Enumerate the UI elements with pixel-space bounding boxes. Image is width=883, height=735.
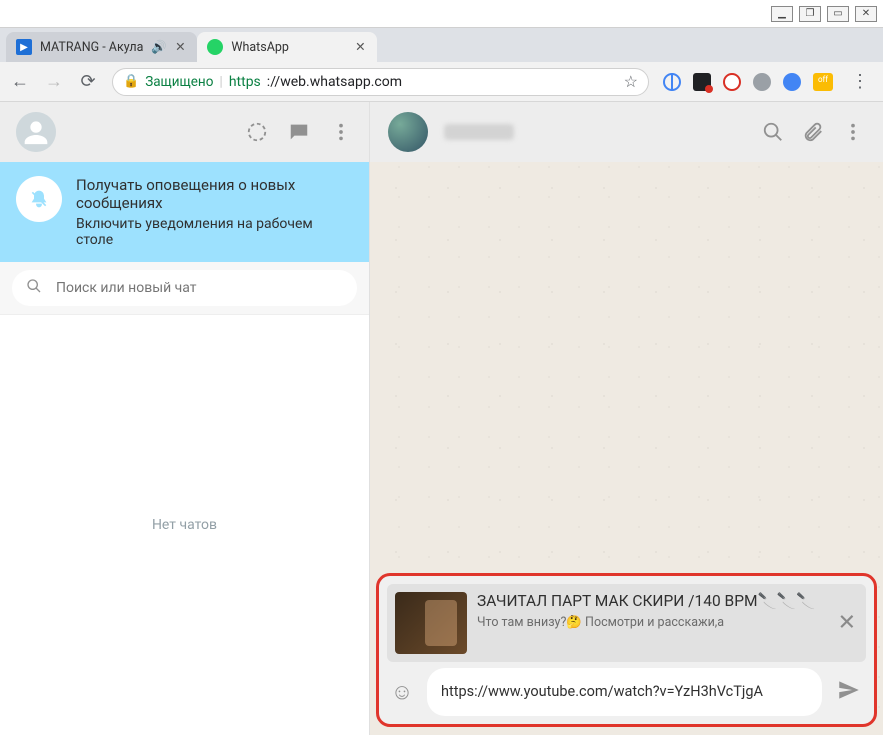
chat-search-icon[interactable] (761, 120, 785, 144)
tab-close-icon[interactable]: ✕ (353, 39, 367, 55)
chat-header (370, 102, 883, 162)
empty-chats-label: Нет чатов (152, 517, 217, 533)
url-rest: ://web.whatsapp.com (267, 74, 402, 90)
extension-blue-icon[interactable] (783, 73, 801, 91)
person-icon (16, 112, 56, 152)
search-container (0, 262, 369, 315)
contact-name[interactable] (444, 124, 745, 140)
contact-avatar[interactable] (388, 112, 428, 152)
extension-red-icon[interactable] (723, 73, 741, 91)
status-icon[interactable] (245, 120, 269, 144)
left-panel: Получать оповещения о новых сообщениях В… (0, 102, 370, 735)
chat-list-empty: Нет чатов (0, 315, 369, 735)
preview-thumbnail (395, 592, 467, 654)
notifications-title: Получать оповещения о новых сообщениях (76, 176, 353, 212)
tab-close-icon[interactable]: ✕ (173, 39, 187, 55)
attach-icon[interactable] (801, 120, 825, 144)
extension-block-icon[interactable] (693, 73, 711, 91)
back-button[interactable]: ← (10, 71, 30, 92)
emoji-button[interactable]: ☺ (387, 679, 417, 705)
window-maximize-button[interactable]: ▭ (827, 6, 849, 22)
message-input[interactable]: https://www.youtube.com/watch?v=YzH3hVcT… (427, 668, 822, 716)
lock-icon: 🔒 (123, 74, 139, 89)
preview-description: Что там внизу?🤔 Посмотри и расскажи,а (477, 615, 815, 630)
window-titlebar: ▁ ❐ ▭ ✕ (0, 0, 883, 28)
play-icon: ▶ (16, 39, 32, 55)
right-panel: ЗАЧИТАЛ ПАРТ МАК СКИРИ /140 BPM🔪🔪🔪 Что т… (370, 102, 883, 735)
link-preview-card: ЗАЧИТАЛ ПАРТ МАК СКИРИ /140 BPM🔪🔪🔪 Что т… (387, 584, 866, 662)
speaker-icon[interactable]: 🔊 (151, 40, 165, 55)
extension-globe-icon[interactable] (663, 73, 681, 91)
search-input[interactable] (56, 280, 343, 296)
browser-menu-button[interactable]: ⋮ (847, 71, 873, 92)
menu-icon[interactable] (329, 120, 353, 144)
window-restore-button[interactable]: ❐ (799, 6, 821, 22)
address-bar[interactable]: 🔒 Защищено | https ://web.whatsapp.com ☆ (112, 68, 649, 96)
window-close-button[interactable]: ✕ (855, 6, 877, 22)
extensions-area: off (663, 73, 833, 91)
tab-label: MATRANG - Акула (40, 40, 143, 55)
send-button[interactable] (832, 677, 866, 707)
composer-highlight: ЗАЧИТАЛ ПАРТ МАК СКИРИ /140 BPM🔪🔪🔪 Что т… (376, 573, 877, 727)
reload-button[interactable]: ⟳ (78, 71, 98, 92)
separator: | (219, 74, 222, 90)
bell-off-icon (16, 176, 62, 222)
browser-tabstrip: ▶ MATRANG - Акула 🔊 ✕ WhatsApp ✕ (0, 28, 883, 62)
preview-texts: ЗАЧИТАЛ ПАРТ МАК СКИРИ /140 BPM🔪🔪🔪 Что т… (477, 592, 815, 630)
preview-title: ЗАЧИТАЛ ПАРТ МАК СКИРИ /140 BPM🔪🔪🔪 (477, 592, 815, 611)
extension-gray-icon[interactable] (753, 73, 771, 91)
whatsapp-icon (207, 39, 223, 55)
browser-tab-2[interactable]: WhatsApp ✕ (197, 32, 377, 62)
browser-toolbar: ← → ⟳ 🔒 Защищено | https ://web.whatsapp.… (0, 62, 883, 102)
search-field[interactable] (12, 270, 357, 306)
url-scheme: https (229, 74, 261, 90)
notifications-banner[interactable]: Получать оповещения о новых сообщениях В… (0, 162, 369, 262)
contact-name-redacted (444, 124, 514, 140)
self-avatar[interactable] (16, 112, 56, 152)
window-minimize-button[interactable]: ▁ (771, 6, 793, 22)
left-header (0, 102, 369, 162)
extension-off-badge[interactable]: off (813, 73, 833, 91)
preview-close-button[interactable]: ✕ (838, 611, 856, 636)
bookmark-star-icon[interactable]: ☆ (624, 72, 638, 91)
browser-window: ▁ ❐ ▭ ✕ ▶ MATRANG - Акула 🔊 ✕ WhatsApp ✕… (0, 0, 883, 735)
compose-row: ☺ https://www.youtube.com/watch?v=YzH3hV… (379, 662, 874, 724)
tab-label: WhatsApp (231, 40, 345, 55)
notifications-text: Получать оповещения о новых сообщениях В… (76, 176, 353, 248)
forward-button: → (44, 71, 64, 92)
notifications-subtitle: Включить уведомления на рабочем столе (76, 216, 353, 248)
message-input-value: https://www.youtube.com/watch?v=YzH3hVcT… (441, 683, 763, 702)
secure-label: Защищено (145, 74, 213, 90)
chat-menu-icon[interactable] (841, 120, 865, 144)
search-icon (26, 278, 42, 298)
browser-tab-1[interactable]: ▶ MATRANG - Акула 🔊 ✕ (6, 32, 197, 62)
whatsapp-app: Получать оповещения о новых сообщениях В… (0, 102, 883, 735)
new-chat-icon[interactable] (287, 120, 311, 144)
